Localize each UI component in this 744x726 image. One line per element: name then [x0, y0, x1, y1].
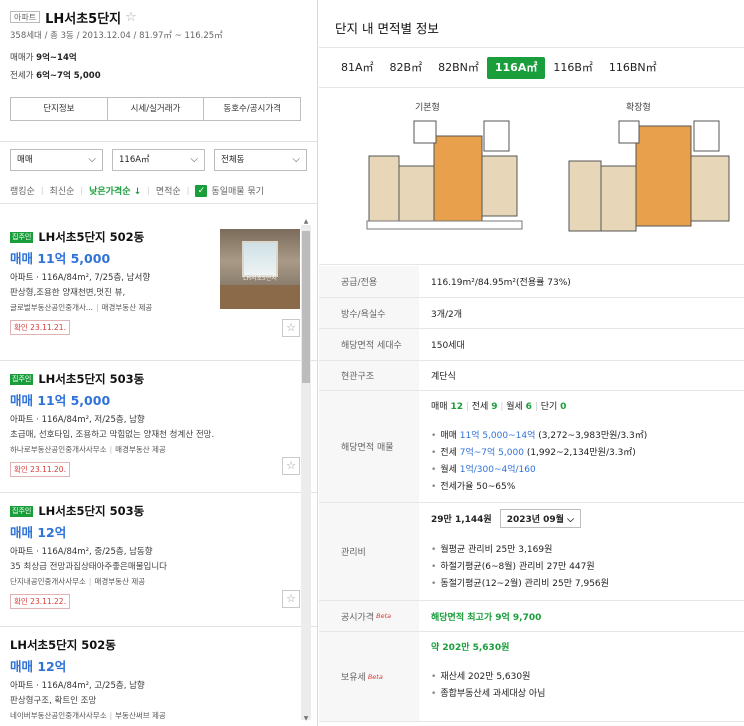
area-info-panel: 단지 내 면적별 정보 81A㎡ 82B㎡ 82BN㎡ 116A㎡ 116B㎡ … [319, 0, 744, 726]
same-listing-label: 동일매물 묶기 [211, 187, 264, 197]
listing-desc: 아파트 · 116A/84m², 고/25층, 남향 [10, 681, 145, 691]
listing-price: 매매 12억 [10, 525, 67, 540]
chevron-down-icon: ⌵ [190, 154, 198, 165]
info-tabs: 단지정보 시세/실거래가 동호수/공시가격 [10, 97, 301, 121]
listing-list: 집주인 LH서초5단지 502동 매매 11억 5,000 아파트 · 116A/… [0, 219, 317, 726]
panel-title: 단지 내 면적별 정보 [319, 0, 744, 48]
tab-116a[interactable]: 116A㎡ [486, 56, 546, 79]
tab-116b[interactable]: 116B㎡ [545, 57, 601, 79]
jeonse-price-row: 전세가 6억~7억 5,000 [10, 71, 101, 81]
listing-desc2: 판상형구조, 확트인 조망 [10, 696, 97, 706]
owner-tag: 집주인 [10, 231, 34, 243]
list-item[interactable]: 집주인 LH서초5단지 503동 매매 11억 5,000 아파트 · 116A/… [0, 361, 317, 493]
rooms-value: 3개/2개 [431, 309, 463, 320]
listing-title: LH서초5단지 502동 [38, 230, 145, 244]
checkbox-icon[interactable]: ✓ [195, 184, 208, 197]
dong-select[interactable]: 전체동 ⌵ [214, 149, 307, 171]
trade-select[interactable]: 매매 ⌵ [10, 149, 103, 171]
tab-82bn[interactable]: 82BN㎡ [430, 57, 487, 79]
star-icon[interactable]: ☆ [282, 590, 300, 608]
scroll-up-icon[interactable]: ▲ [301, 218, 311, 225]
confirm-date: 확인 23.11.20. [10, 462, 70, 477]
complex-name: LH서초5단지 [45, 11, 122, 27]
list-item[interactable]: LH서초5단지 502동 매매 12억 아파트 · 116A/84m², 고/2… [0, 627, 317, 726]
tab-market-price[interactable]: 시세/실거래가 [108, 98, 205, 120]
listing-title: LH서초5단지 503동 [38, 504, 145, 518]
structure-value: 계단식 [431, 372, 456, 382]
supply-label: 공급/전용 [319, 266, 419, 297]
area-select[interactable]: 116A㎡ ⌵ [112, 149, 205, 171]
fee-value: 29만 1,144원 2023년 09월 ⌵ • 월평균 관리비 25만 3,169… [419, 503, 744, 600]
sort-bar: 랭킹순 | 최신순 | 낮은가격순 ↓ | 면적순 | ✓ 동일매물 묶기 [0, 178, 317, 204]
listing-agent: 단지내공인중개사사무소 | 매경부동산 제공 [10, 577, 146, 586]
listing-price: 매매 12억 [10, 659, 67, 674]
listing-title: LH서초5단지 503동 [38, 372, 145, 386]
size-tabs: 81A㎡ 82B㎡ 82BN㎡ 116A㎡ 116B㎡ 116BN㎡ [319, 48, 744, 88]
tab-81a[interactable]: 81A㎡ [333, 57, 382, 79]
public-price-label: 공시가격 Beta [319, 601, 419, 631]
sort-area[interactable]: 면적순 [156, 184, 181, 197]
owner-tag: 집주인 [10, 505, 34, 517]
sort-latest[interactable]: 최신순 [50, 184, 75, 197]
tab-unit-price[interactable]: 동호수/공시가격 [204, 98, 300, 120]
owner-tag: 집주인 [10, 373, 34, 385]
structure-label: 현관구조 [319, 361, 419, 390]
chevron-down-icon: ⌵ [567, 515, 574, 525]
sort-ranking[interactable]: 랭킹순 [10, 184, 35, 197]
listing-photo[interactable]: LH서초5단지 [220, 229, 300, 309]
plan-label-basic: 기본형 [415, 103, 440, 113]
listing-agent: 하나로부동산공인중개사사무소 | 매경부동산 제공 [10, 445, 166, 454]
plan-label-extended: 확장형 [626, 103, 651, 113]
list-item[interactable]: 집주인 LH서초5단지 502동 매매 11억 5,000 아파트 · 116A/… [0, 219, 317, 361]
listing-title: LH서초5단지 502동 [10, 638, 116, 652]
floor-plan-basic-image[interactable] [359, 116, 529, 236]
listing-agent: 네이버부동산공인중개사사무소 | 부동산써브 제공 [10, 711, 166, 720]
holding-tax-value: 약 202만 5,630원 • 재산세 202만 5,630원 • 종합부동산세 과… [431, 643, 546, 699]
rooms-label: 방수/욕실수 [319, 298, 419, 328]
sale-price-row: 매매가 9억~14억 [10, 53, 77, 63]
tab-82b[interactable]: 82B㎡ [382, 57, 431, 79]
floor-plans: 기본형 확장형 [319, 88, 744, 265]
scrollbar[interactable]: ▲ ▼ [301, 218, 311, 722]
chevron-down-icon: ⌵ [292, 154, 300, 165]
fee-label: 관리비 [319, 503, 419, 600]
supply-value: 116.19m²/84.95m²(전용률 73%) [431, 278, 571, 288]
households-value: 150세대 [431, 341, 465, 351]
area-info-table: 공급/전용 116.19m²/84.95m²(전용률 73%) 방수/욕실수 3개/… [319, 266, 744, 722]
star-icon[interactable]: ☆ [282, 319, 300, 337]
listing-panel: 아파트 LH서초5단지 ☆ 358세대 / 총 3동 / 2013.12.04 … [0, 0, 318, 726]
public-price-value[interactable]: 해당면적 최고가 9억 9,700 [419, 601, 744, 631]
type-tag: 아파트 [10, 11, 41, 23]
star-icon[interactable]: ☆ [282, 457, 300, 475]
listing-desc2: 초급매, 선호타입, 조용하고 막힘없는 양재천 청계산 전망. [10, 430, 215, 440]
scrollbar-thumb[interactable] [302, 231, 310, 383]
list-item[interactable]: 집주인 LH서초5단지 503동 매매 12억 아파트 · 116A/84m², … [0, 493, 317, 627]
listing-desc2: 35 최상급 전망과집상태아주좋은매물입니다 [10, 562, 167, 572]
households-label: 해당면적 세대수 [319, 329, 419, 360]
photo-watermark: LH서초5단지 [243, 275, 277, 282]
complex-meta: 358세대 / 총 3동 / 2013.12.04 / 81.97㎡ ~ 116… [10, 31, 223, 41]
fee-month-select[interactable]: 2023년 09월 ⌵ [499, 509, 581, 528]
listing-count-label: 해당면적 매물 [319, 391, 419, 502]
scroll-down-icon[interactable]: ▼ [301, 715, 311, 722]
holding-tax-label: 보유세 Beta [319, 632, 419, 721]
sort-low-price[interactable]: 낮은가격순 ↓ [89, 184, 141, 197]
chevron-down-icon: ⌵ [88, 154, 96, 165]
confirm-date: 확인 23.11.21. [10, 320, 70, 335]
listing-desc: 아파트 · 116A/84m², 중/25층, 남동향 [10, 547, 153, 557]
listing-price: 매매 11억 5,000 [10, 393, 111, 408]
listing-desc: 아파트 · 116A/84m², 저/25층, 남향 [10, 415, 145, 425]
listing-count-value: 매매 12 | 전세 9 | 월세 6 | 단기 0 • 매매 11억 5,000… [431, 402, 648, 492]
confirm-date: 확인 23.11.22. [10, 594, 70, 609]
floor-plan-extended-image[interactable] [564, 116, 734, 236]
star-icon[interactable]: ☆ [125, 10, 137, 25]
tab-complex-info[interactable]: 단지정보 [11, 98, 108, 120]
complex-header: 아파트 LH서초5단지 ☆ 358세대 / 총 3동 / 2013.12.04 … [0, 0, 317, 142]
filter-bar: 매매 ⌵ 116A㎡ ⌵ 전체동 ⌵ [0, 142, 317, 178]
tab-116bn[interactable]: 116BN㎡ [601, 57, 665, 79]
